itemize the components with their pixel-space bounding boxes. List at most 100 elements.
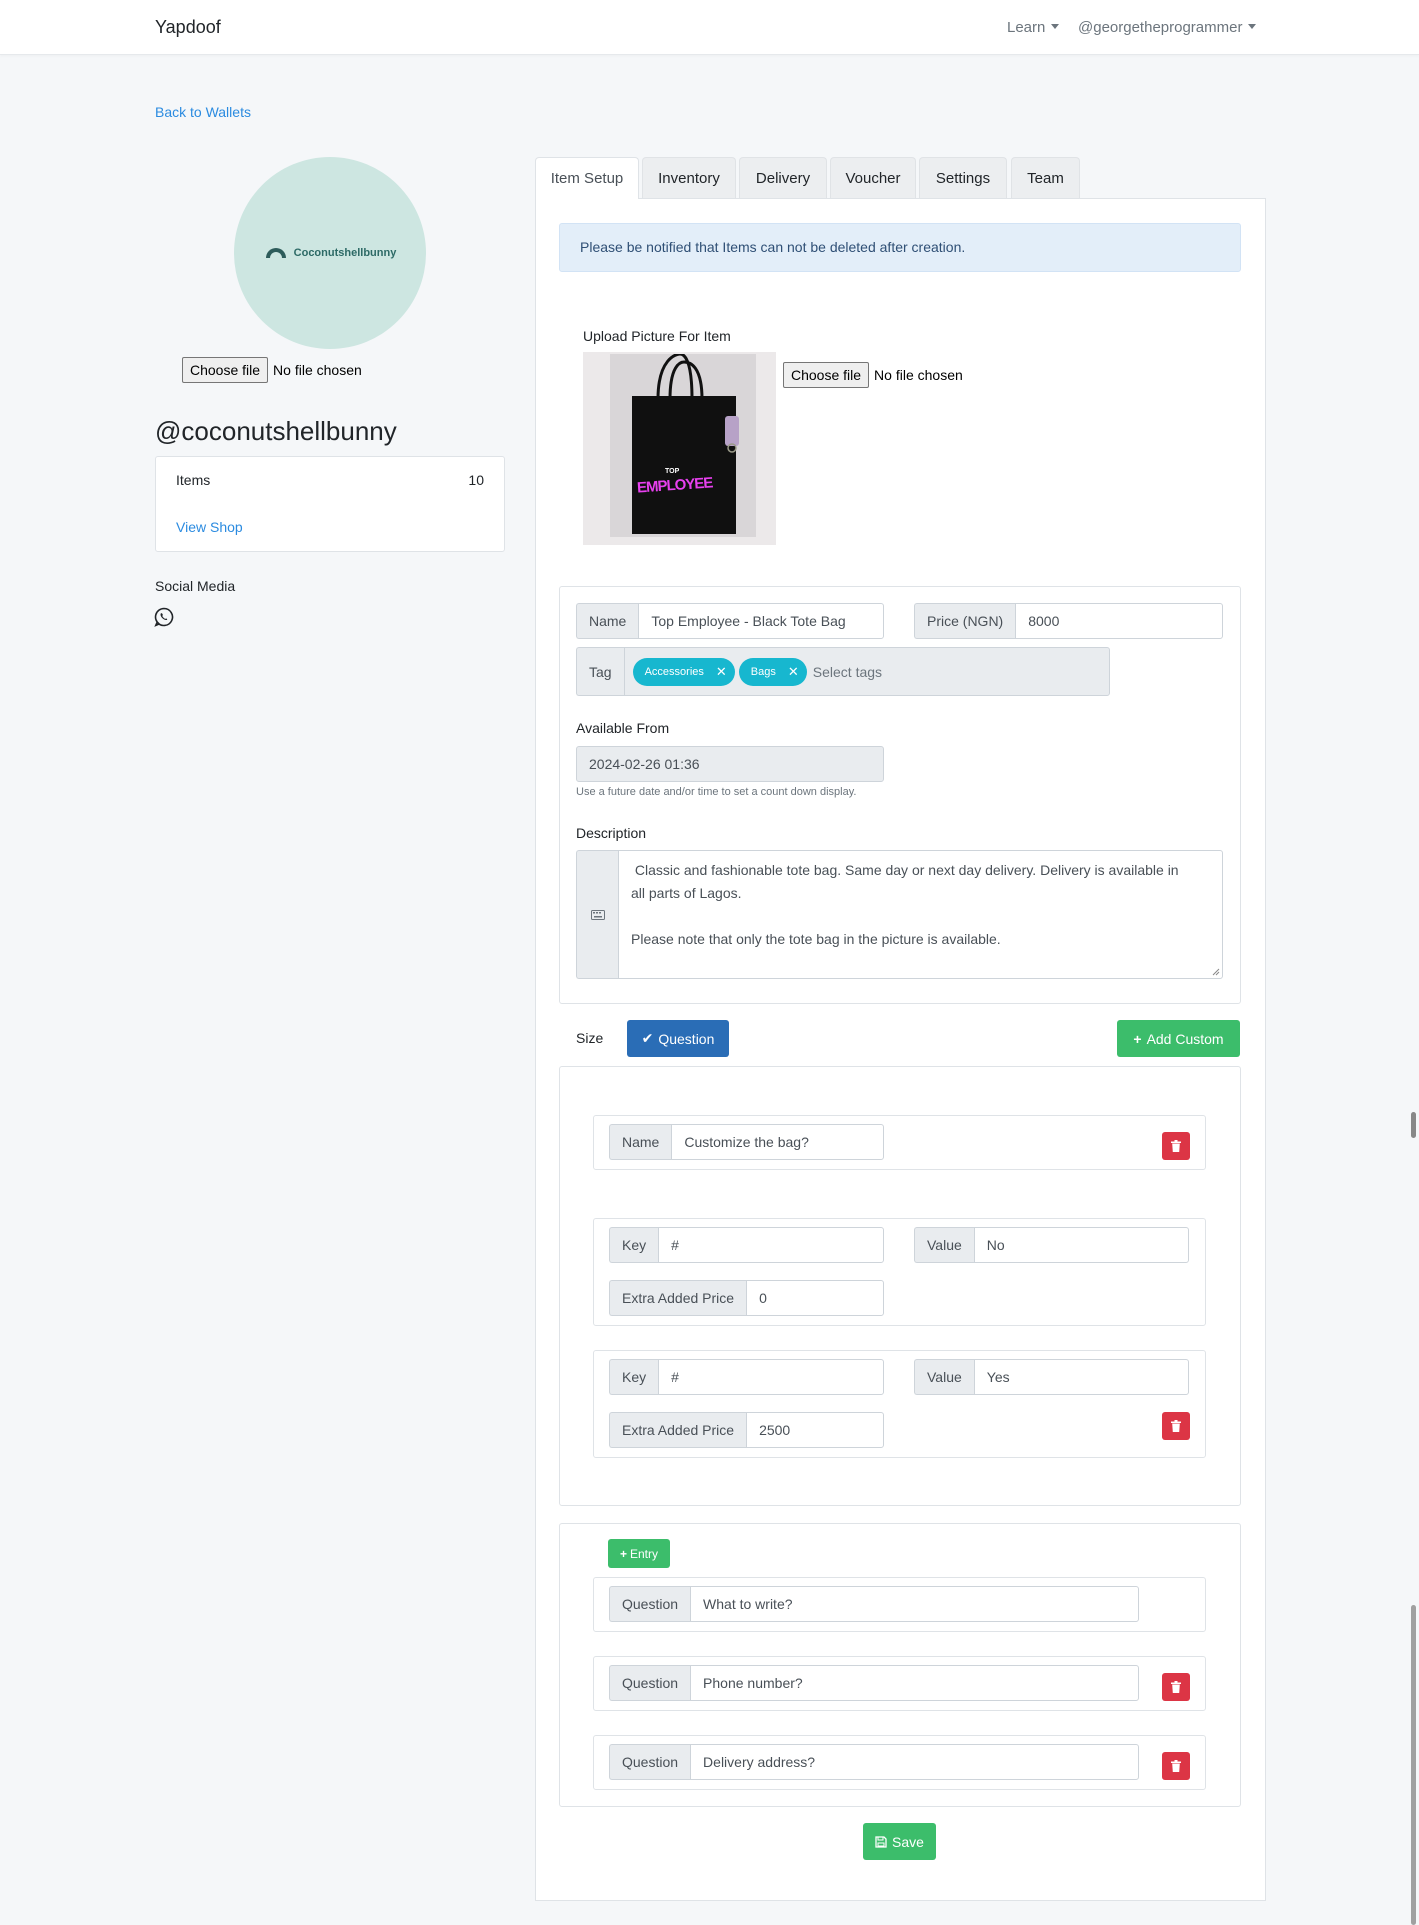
value-input[interactable]: Yes bbox=[973, 1359, 1189, 1395]
learn-dropdown[interactable]: Learn bbox=[1007, 19, 1060, 36]
available-from-help: Use a future date and/or time to set a c… bbox=[576, 786, 857, 798]
key-input[interactable]: # bbox=[658, 1227, 884, 1263]
avatar-file-status: No file chosen bbox=[273, 362, 362, 378]
key-input[interactable]: # bbox=[658, 1359, 884, 1395]
delete-question-button[interactable] bbox=[1162, 1673, 1190, 1701]
add-custom-button[interactable]: + Add Custom bbox=[1117, 1020, 1240, 1057]
bag-print-top: TOP bbox=[665, 468, 680, 475]
trash-icon bbox=[1171, 1760, 1181, 1772]
tab-delivery[interactable]: Delivery bbox=[739, 157, 827, 198]
value-label: Value bbox=[914, 1359, 974, 1395]
tab-settings[interactable]: Settings bbox=[919, 157, 1007, 198]
available-from-input[interactable]: 2024-02-26 01:36 bbox=[576, 746, 884, 782]
tag-chip-label: Bags bbox=[750, 665, 776, 678]
avatar-choose-file-button[interactable]: Choose file bbox=[182, 357, 269, 383]
size-label: Size bbox=[576, 1030, 604, 1046]
question-input[interactable]: Phone number? bbox=[690, 1665, 1139, 1701]
shop-avatar: Coconutshellbunny bbox=[234, 157, 426, 349]
question-input-group: Question Delivery address? bbox=[609, 1744, 1139, 1780]
plus-icon: + bbox=[619, 1546, 627, 1561]
items-label: Items bbox=[176, 472, 211, 488]
scrollbar-thumb[interactable] bbox=[1411, 1605, 1416, 1925]
delete-question-button[interactable] bbox=[1162, 1752, 1190, 1780]
remove-tag-icon[interactable]: ✕ bbox=[788, 664, 799, 680]
description-text: Classic and fashionable tote bag. Same d… bbox=[631, 862, 1179, 947]
shell-logo-icon bbox=[265, 248, 286, 258]
tote-bag-image bbox=[632, 354, 739, 534]
extra-price-label: Extra Added Price bbox=[609, 1280, 747, 1316]
add-entry-button[interactable]: + Entry bbox=[608, 1539, 670, 1568]
shop-stats-card: Items 10 View Shop bbox=[155, 456, 505, 552]
question-input[interactable]: Delivery address? bbox=[690, 1744, 1139, 1780]
avatar-file-input[interactable]: Choose file No file chosen bbox=[182, 357, 362, 383]
price-label: Price (NGN) bbox=[914, 603, 1016, 639]
view-shop-link[interactable]: View Shop bbox=[176, 519, 243, 535]
upload-picture-label: Upload Picture For Item bbox=[583, 328, 731, 344]
custom-name-group: Name Customize the bag? bbox=[609, 1124, 884, 1160]
extra-price-group: Extra Added Price 0 bbox=[609, 1280, 884, 1316]
keyboard-icon bbox=[576, 850, 618, 979]
item-file-status: No file chosen bbox=[874, 367, 963, 383]
check-icon: ✔ bbox=[641, 1030, 654, 1046]
key-input-group: Key # bbox=[609, 1359, 884, 1395]
key-input-group: Key # bbox=[609, 1227, 884, 1263]
plus-icon: + bbox=[1133, 1030, 1142, 1047]
description-textarea[interactable]: Classic and fashionable tote bag. Same d… bbox=[618, 850, 1223, 979]
chevron-down-icon bbox=[1051, 24, 1060, 29]
tab-item-setup[interactable]: Item Setup bbox=[535, 157, 639, 199]
tag-label: Tag bbox=[576, 647, 624, 696]
whatsapp-icon[interactable] bbox=[154, 607, 174, 627]
name-input-group: Name Top Employee - Black Tote Bag bbox=[576, 603, 884, 639]
question-input-group: Question Phone number? bbox=[609, 1665, 1139, 1701]
item-choose-file-button[interactable]: Choose file bbox=[783, 362, 870, 388]
trash-icon bbox=[1171, 1140, 1181, 1152]
trash-icon bbox=[1171, 1681, 1181, 1693]
extra-price-group: Extra Added Price 2500 bbox=[609, 1412, 884, 1448]
brand-logo[interactable]: Yapdoof bbox=[155, 17, 221, 38]
user-dropdown[interactable]: @georgetheprogrammer bbox=[1078, 19, 1257, 36]
learn-dropdown-label: Learn bbox=[1007, 19, 1046, 36]
name-input[interactable]: Top Employee - Black Tote Bag bbox=[638, 603, 884, 639]
value-input-group: Value No bbox=[914, 1227, 1189, 1263]
delete-custom-button[interactable] bbox=[1162, 1132, 1190, 1160]
tab-inventory[interactable]: Inventory bbox=[642, 157, 736, 198]
top-navbar: Yapdoof Learn @georgetheprogrammer bbox=[0, 0, 1419, 55]
social-media-label: Social Media bbox=[155, 578, 236, 594]
scrollbar-thumb[interactable] bbox=[1411, 1112, 1416, 1138]
question-button-label: Question bbox=[658, 1030, 715, 1047]
tab-team[interactable]: Team bbox=[1011, 157, 1080, 198]
items-count: 10 bbox=[468, 472, 484, 488]
extra-price-input[interactable]: 0 bbox=[746, 1280, 884, 1316]
question-toggle-button[interactable]: ✔ Question bbox=[627, 1020, 729, 1057]
trash-icon bbox=[1171, 1420, 1181, 1432]
save-button[interactable]: Save bbox=[863, 1823, 936, 1860]
question-label: Question bbox=[609, 1744, 691, 1780]
tag-placeholder: Select tags bbox=[812, 663, 883, 680]
custom-name-input[interactable]: Customize the bag? bbox=[671, 1124, 884, 1160]
value-input-group: Value Yes bbox=[914, 1359, 1189, 1395]
item-file-input[interactable]: Choose file No file chosen bbox=[783, 362, 963, 388]
tag-chip-label: Accessories bbox=[644, 665, 704, 678]
extra-price-input[interactable]: 2500 bbox=[746, 1412, 884, 1448]
tag-chip[interactable]: Bags ✕ bbox=[738, 657, 807, 686]
key-label: Key bbox=[609, 1227, 659, 1263]
tag-input-group: Tag Accessories ✕ Bags ✕ Select tags bbox=[576, 647, 1110, 696]
resize-handle-icon[interactable] bbox=[1212, 968, 1220, 976]
avatar-brand-text: Coconutshellbunny bbox=[293, 247, 397, 259]
available-from-label: Available From bbox=[576, 720, 670, 736]
info-alert: Please be notified that Items can not be… bbox=[559, 223, 1241, 272]
question-input[interactable]: What to write? bbox=[690, 1586, 1139, 1622]
description-label: Description bbox=[576, 825, 647, 841]
back-to-wallets-link[interactable]: Back to Wallets bbox=[155, 104, 251, 120]
description-group: Classic and fashionable tote bag. Same d… bbox=[576, 850, 1223, 979]
price-input[interactable]: 8000 bbox=[1015, 603, 1223, 639]
save-button-label: Save bbox=[892, 1833, 924, 1850]
remove-tag-icon[interactable]: ✕ bbox=[716, 664, 727, 680]
delete-entry-button[interactable] bbox=[1162, 1412, 1190, 1440]
value-label: Value bbox=[914, 1227, 974, 1263]
tag-chip[interactable]: Accessories ✕ bbox=[632, 657, 735, 686]
tag-select[interactable]: Accessories ✕ Bags ✕ Select tags bbox=[623, 647, 1110, 696]
value-input[interactable]: No bbox=[973, 1227, 1189, 1263]
add-custom-label: Add Custom bbox=[1146, 1030, 1224, 1047]
tab-voucher[interactable]: Voucher bbox=[830, 157, 916, 198]
